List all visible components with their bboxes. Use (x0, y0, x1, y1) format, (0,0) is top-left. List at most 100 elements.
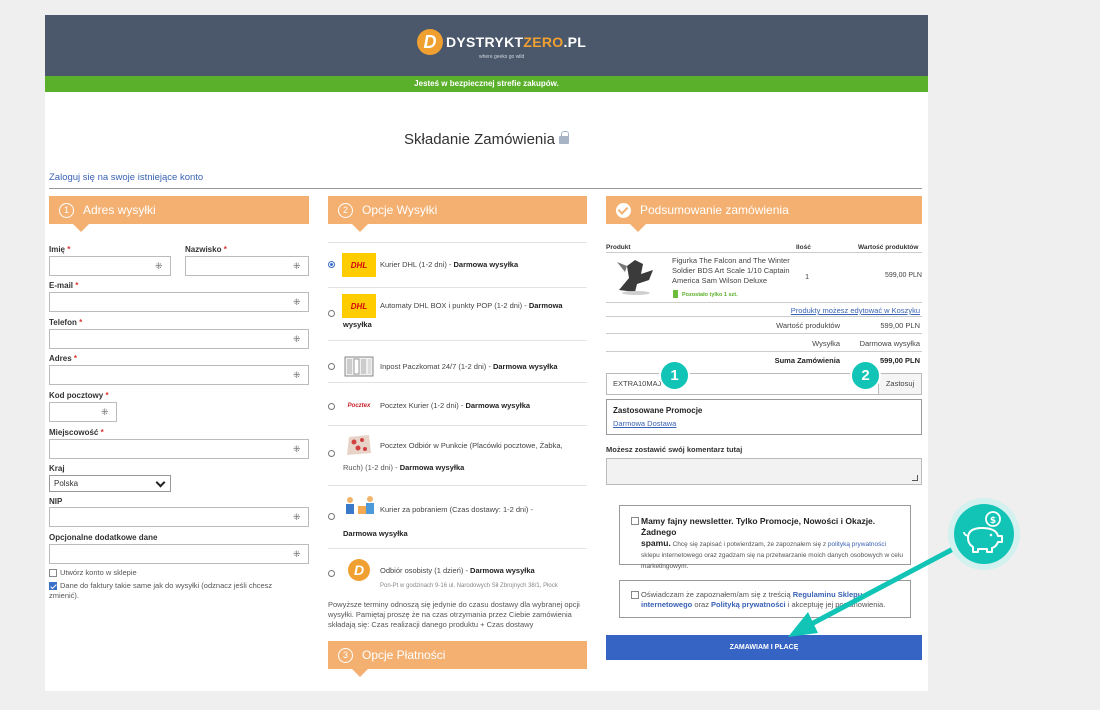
terms-checkbox[interactable] (631, 591, 639, 599)
shipping-radio-dhl-box[interactable] (328, 310, 335, 317)
invoice-same-checkbox[interactable] (49, 582, 57, 590)
products-value: 599,00 PLN (880, 321, 920, 330)
shipping-option-dhl[interactable]: Kurier DHL (1-2 dni) - Darmowa wysyłka (380, 257, 585, 273)
phone-input[interactable]: ⁜ (49, 329, 309, 349)
check-icon (616, 202, 631, 218)
shipping-section-header: 2 Opcje Wysyłki (328, 196, 587, 232)
invoice-same-label-cont: zmienić). (49, 591, 80, 600)
city-label: Miejscowość * (49, 428, 104, 437)
section-title: Podsumowanie zamówienia (640, 203, 789, 217)
place-order-button[interactable]: ZAMAWIAM I PŁACĘ (606, 635, 922, 660)
order-total-label: Suma Zamówienia (774, 356, 840, 365)
newsletter-checkbox[interactable] (631, 517, 639, 525)
privacy-link[interactable]: polityką prywatności (828, 541, 886, 548)
autofill-icon: ⁜ (293, 297, 301, 307)
autofill-icon: ⁜ (293, 370, 301, 380)
coupon-input[interactable]: EXTRA10MAJ (606, 373, 882, 395)
lock-icon (558, 131, 569, 144)
create-account-checkbox[interactable] (49, 569, 57, 577)
first-name-input[interactable]: ⁜ (49, 256, 171, 276)
piggy-bank-icon: $ (954, 504, 1014, 564)
store-logo: D (342, 558, 376, 582)
edit-cart-link[interactable]: Produkty możesz edytować w Koszyku (791, 306, 920, 315)
autofill-icon: ⁜ (293, 261, 301, 271)
regulations-link-cont[interactable]: internetowego (641, 600, 692, 609)
divider (606, 252, 922, 253)
postcode-label: Kod pocztowy * (49, 391, 109, 400)
divider (606, 316, 922, 317)
autofill-icon: ⁜ (293, 444, 301, 454)
country-select[interactable]: Polska (49, 475, 171, 492)
shipping-option-cod[interactable]: Kurier za pobraniem (Czas dostawy: 1-2 d… (380, 502, 585, 518)
last-name-input[interactable]: ⁜ (185, 256, 309, 276)
shipping-note: Powyższe terminy odnoszą się jedynie do … (328, 600, 580, 629)
last-name-label: Nazwisko * (185, 245, 227, 254)
country-label: Kraj (49, 464, 65, 473)
terms-text: Oświadczam że zapoznałem/am się z treści… (641, 590, 886, 609)
city-input[interactable]: ⁜ (49, 439, 309, 459)
products-value-label: Wartość produktów (776, 321, 840, 330)
apply-coupon-button[interactable]: Zastosuj (878, 373, 922, 395)
privacy-policy-link[interactable]: Polityką prywatności (711, 600, 786, 609)
autofill-icon: ⁜ (293, 334, 301, 344)
shipping-option-dhl-box[interactable]: Automaty DHL BOX i punkty POP (1-2 dni) … (380, 298, 585, 314)
shipping-radio-dhl[interactable] (328, 261, 335, 268)
email-input[interactable]: ⁜ (49, 292, 309, 312)
pickup-hours: Pon-Pt w godzinach 9-16 ul. Narodowych S… (380, 583, 558, 589)
product-name[interactable]: Figurka The Falcon and The Winter Soldie… (672, 256, 802, 286)
page-title: Składanie Zamówienia (45, 131, 928, 148)
col-qty: Ilość (796, 244, 811, 251)
shipping-radio-inpost[interactable] (328, 363, 335, 370)
summary-section-header: Podsumowanie zamówienia (606, 196, 922, 232)
site-header: D DYSTRYKTZERO.PL where geeks go wild (45, 15, 928, 76)
piggy-bank-badge: $ (948, 498, 1020, 570)
login-link[interactable]: Zaloguj się na swoje istniejące konto (49, 172, 203, 183)
shipping-option-pocztex[interactable]: Pocztex Kurier (1-2 dni) - Darmowa wysył… (380, 398, 585, 414)
divider (328, 242, 587, 243)
logo-text: DYSTRYKTZERO.PL (446, 34, 587, 50)
shipping-option-pocztex-point-cont: Ruch) (1-2 dni) - Darmowa wysyłka (343, 463, 465, 472)
safe-zone-banner: Jesteś w bezpiecznej strefie zakupów. (45, 76, 928, 92)
divider (606, 302, 922, 303)
shipping-option-pocztex-point[interactable]: Pocztex Odbiór w Punkcie (Placówki poczt… (380, 438, 585, 454)
shipping-cost-label: Wysyłka (812, 339, 840, 348)
nip-input[interactable]: ⁜ (49, 507, 309, 527)
street-input[interactable]: ⁜ (49, 365, 309, 385)
site-logo[interactable]: D DYSTRYKTZERO.PL where geeks go wild (417, 29, 587, 60)
col-value: Wartość produktów (858, 244, 919, 251)
autofill-icon: ⁜ (293, 512, 301, 522)
shipping-radio-pocztex[interactable] (328, 403, 335, 410)
divider (328, 425, 587, 426)
product-price: 599,00 PLN (885, 272, 922, 279)
product-qty: 1 (805, 272, 810, 281)
pocztex-logo: Pocztex (347, 403, 371, 409)
order-total-value: 599,00 PLN (879, 356, 920, 365)
email-label: E-mail * (49, 281, 79, 290)
promo-value[interactable]: Darmowa Dostawa (613, 419, 676, 428)
map-pin-icon (342, 433, 376, 457)
logo-mark: D (417, 29, 443, 55)
comment-textarea[interactable] (606, 458, 922, 485)
resize-handle-icon[interactable] (912, 475, 918, 481)
shipping-radio-pocztex-point[interactable] (328, 450, 335, 457)
dhl-logo: DHL (342, 294, 376, 318)
courier-icon (342, 496, 376, 520)
shipping-option-pickup[interactable]: Odbiór osobisty (1 dzień) - Darmowa wysy… (380, 563, 585, 579)
promo-title: Zastosowane Promocje (613, 406, 703, 415)
create-account-label: Utwórz konto w sklepie (60, 568, 137, 577)
divider (49, 188, 922, 189)
divider (328, 287, 587, 288)
postcode-input[interactable]: ⁜ (49, 402, 117, 422)
payment-section-header: 3 Opcje Płatności (328, 641, 587, 677)
extra-data-input[interactable]: ⁜ (49, 544, 309, 564)
comment-label: Możesz zostawić swój komentarz tutaj (606, 445, 743, 454)
chevron-down-icon (155, 477, 166, 488)
shipping-radio-cod[interactable] (328, 513, 335, 520)
section-title: Adres wysyłki (83, 203, 156, 217)
divider (328, 340, 587, 341)
shipping-radio-pickup[interactable] (328, 570, 335, 577)
section-title: Opcje Wysyłki (362, 203, 438, 217)
shipping-option-inpost[interactable]: Inpost Paczkomat 24/7 (1-2 dni) - Darmow… (380, 359, 585, 375)
address-section-header: 1 Adres wysyłki (49, 196, 309, 232)
regulations-link[interactable]: Regulaminu Sklepu (793, 590, 863, 599)
